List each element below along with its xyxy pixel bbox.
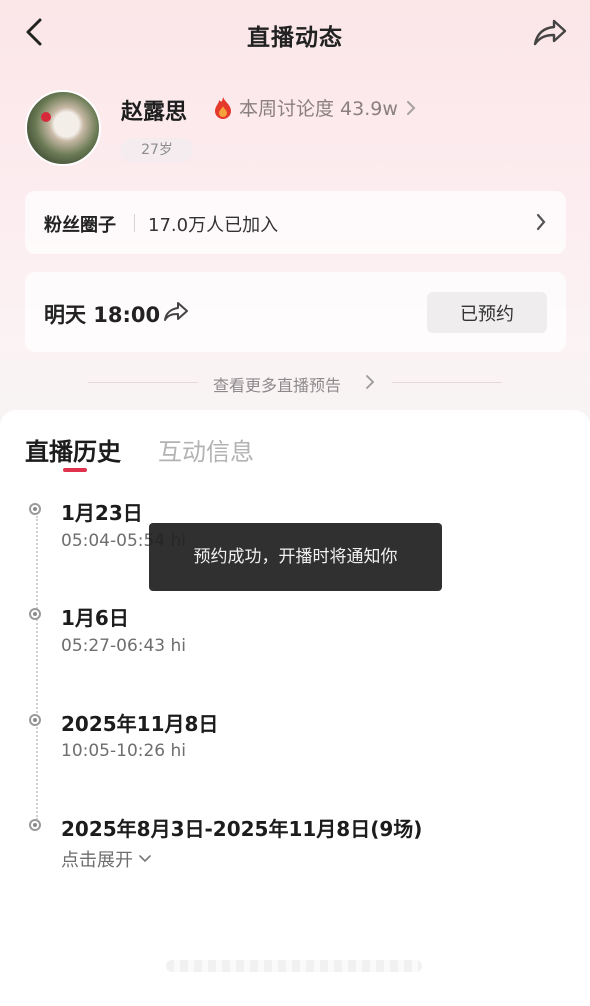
- expand-button[interactable]: 点击展开: [61, 846, 151, 872]
- tab-live-history[interactable]: 直播历史: [25, 432, 121, 467]
- timeline-node: [29, 608, 41, 620]
- timeline-node: [29, 819, 41, 831]
- reserved-button[interactable]: 已预约: [427, 292, 547, 333]
- navigation-bar: 直播动态: [0, 0, 590, 66]
- chevron-right-icon: [366, 375, 374, 389]
- share-icon[interactable]: [532, 16, 568, 48]
- tab-indicator: [63, 468, 87, 472]
- age-badge: 27岁: [121, 138, 193, 162]
- timeline-node: [29, 503, 41, 515]
- home-indicator: [166, 960, 422, 972]
- fans-circle-label: 粉丝圈子: [44, 215, 116, 236]
- share-icon[interactable]: [163, 300, 189, 324]
- discussion-heat[interactable]: 本周讨论度 43.9w: [213, 94, 416, 121]
- history-date: 1月6日: [61, 606, 129, 630]
- history-time: 10:05-10:26 hi: [61, 741, 187, 761]
- more-live-previews: 查看更多直播预告: [0, 370, 590, 396]
- discussion-label: 本周讨论度 43.9w: [239, 98, 398, 120]
- reservation-time: 明天 18:00: [44, 303, 161, 327]
- fans-circle-card[interactable]: 粉丝圈子 17.0万人已加入: [25, 191, 566, 254]
- fans-circle-count: 17.0万人已加入: [148, 215, 279, 236]
- chevron-down-icon: [139, 855, 151, 863]
- divider: [392, 382, 502, 383]
- avatar[interactable]: [25, 90, 101, 166]
- tab-interaction-info[interactable]: 互动信息: [158, 432, 254, 467]
- divider: [134, 214, 135, 232]
- chevron-right-icon: [536, 213, 546, 231]
- history-time: 05:27-06:43 hi: [61, 636, 187, 656]
- divider: [88, 382, 198, 383]
- page-title: 直播动态: [247, 25, 343, 51]
- history-date: 2025年11月8日: [61, 712, 219, 736]
- history-date: 2025年8月3日-2025年11月8日(9场): [61, 817, 423, 841]
- timeline-node: [29, 714, 41, 726]
- flame-icon: [215, 96, 231, 119]
- live-reservation-card: 明天 18:00 已预约: [25, 272, 566, 352]
- history-date: 1月23日: [61, 501, 143, 525]
- expand-label: 点击展开: [61, 850, 133, 871]
- more-previews-link[interactable]: 查看更多直播预告: [213, 372, 341, 396]
- chevron-right-icon: [406, 100, 416, 115]
- toast-message: 预约成功，开播时将通知你: [149, 523, 442, 591]
- profile-name[interactable]: 赵露思: [121, 94, 187, 126]
- timeline-line: [36, 516, 38, 820]
